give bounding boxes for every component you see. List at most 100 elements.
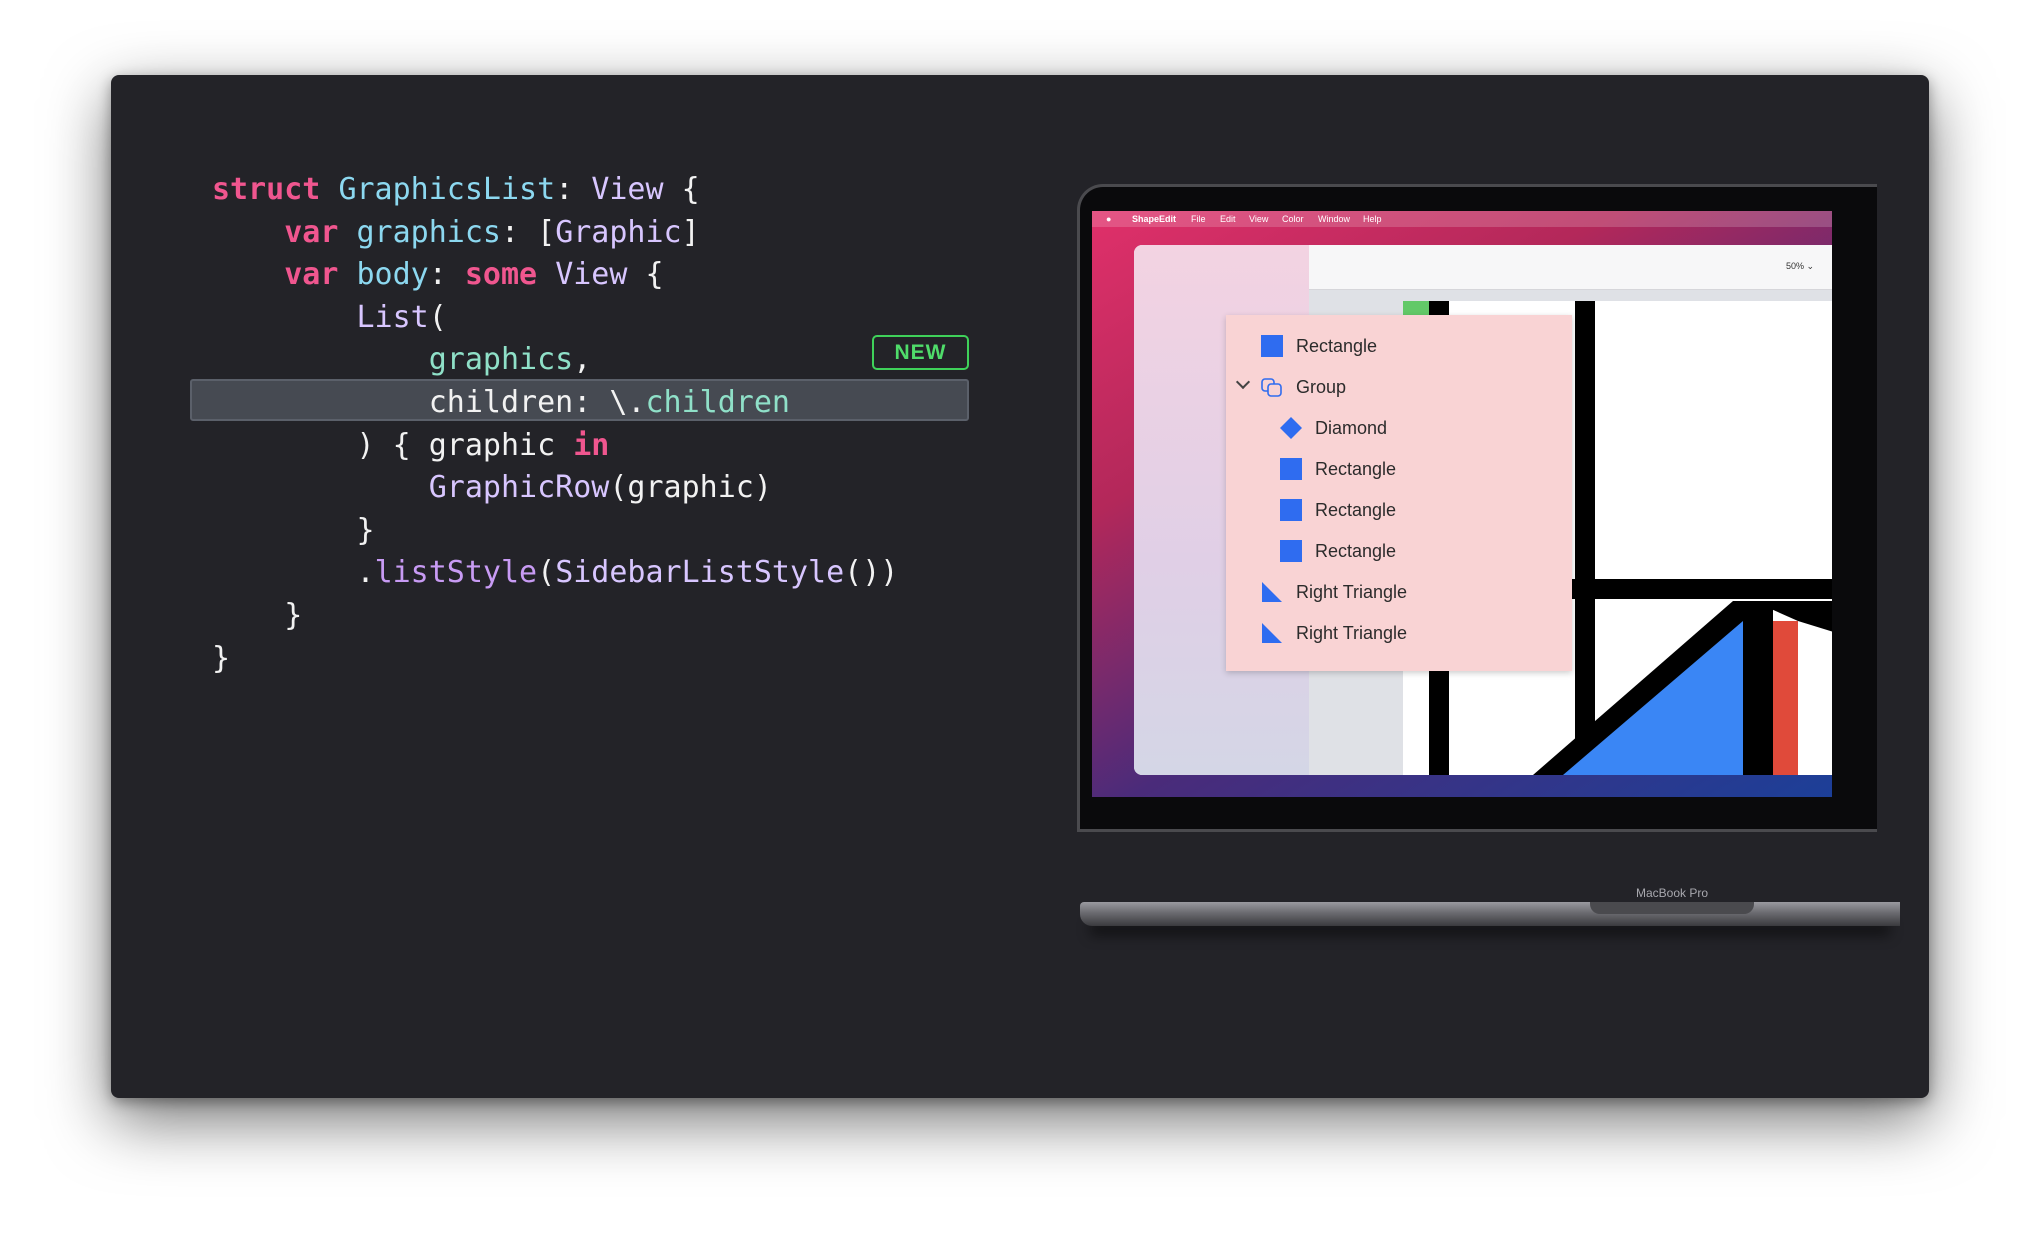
code-line: var body: some View {: [212, 254, 664, 296]
outline-item[interactable]: Diamond: [1279, 408, 1387, 448]
outline-item[interactable]: Rectangle: [1279, 449, 1396, 489]
code-token: children: [645, 385, 791, 420]
code-token: listStyle: [374, 555, 538, 591]
triangle-icon: [1260, 621, 1284, 645]
code-line: }: [212, 595, 302, 637]
code-token: ,: [573, 342, 592, 378]
code-token: }: [356, 512, 375, 548]
menu-window[interactable]: Window: [1318, 211, 1350, 227]
code-token: var: [284, 214, 339, 250]
code-line: }: [212, 510, 375, 552]
menu-app[interactable]: ShapeEdit: [1132, 211, 1176, 227]
code-token: }: [284, 598, 303, 633]
outline-item[interactable]: Right Triangle: [1260, 572, 1407, 612]
square-icon: [1279, 457, 1303, 481]
outline-item[interactable]: Group: [1235, 367, 1347, 407]
code-token: var: [284, 257, 339, 293]
code-token: GraphicRow: [428, 470, 610, 506]
code-line: struct GraphicsList: View {: [212, 169, 700, 211]
code-token: .: [212, 555, 375, 591]
triangle-icon: [1260, 580, 1284, 604]
outline-item[interactable]: Right Triangle: [1260, 613, 1407, 653]
code-token: SidebarListStyle: [555, 555, 845, 591]
code-line: GraphicRow(graphic): [212, 467, 772, 509]
outline-popup: Rectangle Group Diamond Rectangle Rectangle R…: [1226, 315, 1572, 671]
code-token: List: [356, 299, 429, 335]
code-token: (: [537, 555, 556, 591]
code-token: }: [212, 640, 231, 676]
code-token: {: [663, 172, 700, 207]
menu-view[interactable]: View: [1249, 211, 1268, 227]
menu-edit[interactable]: Edit: [1220, 211, 1236, 227]
code-token: ]: [681, 214, 700, 250]
code-token: (graphic): [609, 470, 772, 506]
code-token: View: [555, 257, 628, 293]
outline-item-label: Diamond: [1315, 417, 1388, 438]
chevron-down-icon[interactable]: [1235, 374, 1251, 390]
code-token: GraphicsList: [338, 172, 556, 207]
code-token: graphics: [428, 342, 574, 378]
outline-item-label: Right Triangle: [1296, 581, 1408, 602]
code-line: List(: [212, 297, 447, 339]
outline-item-label: Rectangle: [1315, 458, 1397, 479]
code-token: body: [356, 257, 429, 293]
code-line: var graphics: [Graphic]: [212, 212, 700, 254]
code-line: children: \.children: [212, 382, 790, 424]
outline-item-label: Group: [1296, 376, 1347, 397]
code-token: struct: [212, 172, 321, 207]
code-token: (: [428, 299, 447, 335]
device-label: MacBook Pro: [1635, 886, 1709, 900]
code-token: : [: [501, 214, 556, 250]
zoom-control[interactable]: 50% ⌄: [1786, 261, 1814, 272]
group-icon: [1260, 375, 1284, 399]
outline-item[interactable]: Rectangle: [1260, 326, 1377, 366]
code-token: :: [555, 172, 592, 207]
diamond-icon: [1279, 416, 1303, 440]
code-line: graphics,: [212, 339, 592, 381]
outline-item-label: Rectangle: [1315, 540, 1397, 561]
code-token: ()): [844, 555, 899, 591]
square-icon: [1279, 539, 1303, 563]
outline-item-label: Rectangle: [1296, 335, 1378, 356]
laptop-base: [1080, 902, 1900, 926]
code-token: :: [428, 257, 465, 293]
apple-icon: ●: [1106, 214, 1112, 224]
menu-color[interactable]: Color: [1282, 211, 1304, 227]
code-line: .listStyle(SidebarListStyle()): [212, 552, 898, 594]
code-token: View: [591, 172, 664, 207]
menubar: ● ShapeEdit File Edit View Color Window …: [1092, 211, 1832, 227]
code-token: children: \.: [428, 385, 646, 420]
menu-file[interactable]: File: [1191, 211, 1206, 227]
outline-item-label: Rectangle: [1315, 499, 1397, 520]
window-toolbar: 50% ⌄: [1309, 245, 1832, 290]
square-icon: [1260, 334, 1284, 358]
code-token: ) { graphic: [356, 427, 574, 463]
code-token: graphics: [356, 214, 502, 250]
code-line: ) { graphic in: [212, 425, 610, 467]
outline-item[interactable]: Rectangle: [1279, 531, 1396, 571]
code-token: Graphic: [555, 214, 682, 250]
menu-help[interactable]: Help: [1363, 211, 1382, 227]
square-icon: [1279, 498, 1303, 522]
code-token: {: [627, 257, 664, 293]
code-token: some: [464, 257, 538, 293]
laptop-notch: [1590, 902, 1754, 914]
code-token: in: [573, 427, 610, 463]
code-line: }: [212, 638, 230, 680]
outline-item-label: Right Triangle: [1296, 622, 1408, 643]
outline-item[interactable]: Rectangle: [1279, 490, 1396, 530]
new-badge: NEW: [872, 335, 969, 370]
